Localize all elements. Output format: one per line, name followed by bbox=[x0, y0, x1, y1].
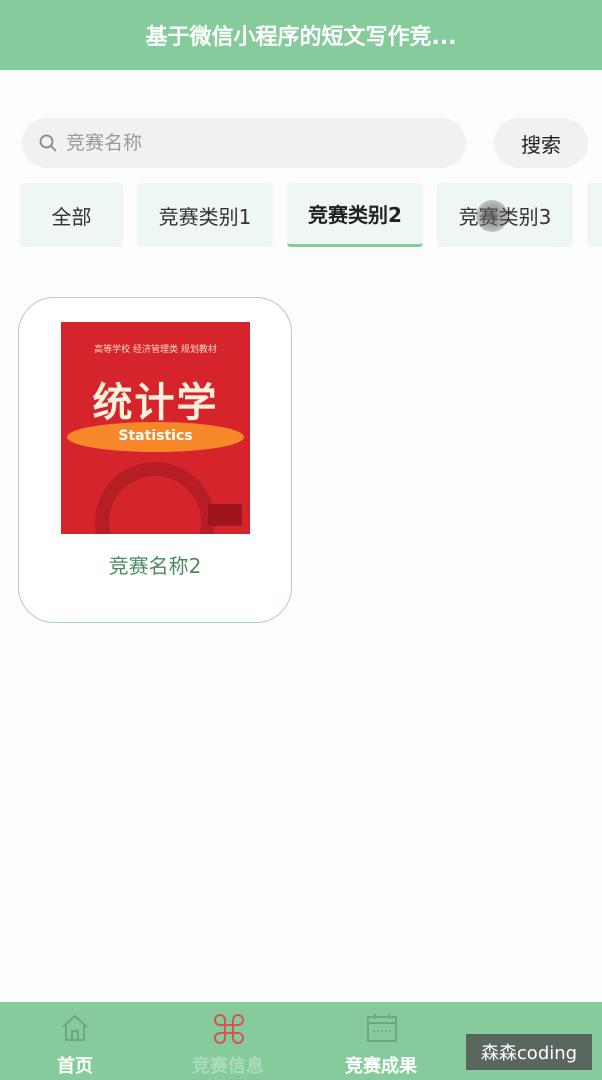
cover-gear-graphic bbox=[95, 462, 215, 534]
category-tab-2[interactable]: 竞赛类别2 bbox=[287, 183, 423, 247]
grid-icon bbox=[214, 1014, 244, 1044]
category-tab-more[interactable] bbox=[587, 183, 602, 247]
search-button[interactable]: 搜索 bbox=[494, 118, 588, 168]
touch-indicator bbox=[476, 200, 508, 232]
search-field[interactable] bbox=[22, 118, 466, 168]
page-header: 基于微信小程序的短文写作竞... bbox=[0, 0, 602, 70]
home-icon bbox=[62, 1014, 88, 1041]
watermark: 森森coding bbox=[466, 1034, 592, 1070]
tabbar-label: 首页 bbox=[57, 1056, 93, 1077]
category-tabs: 全部 竞赛类别1 竞赛类别2 竞赛类别3 bbox=[20, 183, 602, 249]
tabbar-label: 竞赛成果 bbox=[345, 1056, 417, 1077]
competition-name: 竞赛名称2 bbox=[108, 554, 202, 578]
page-title: 基于微信小程序的短文写作竞... bbox=[145, 25, 457, 50]
tabbar-label: 竞赛信息 bbox=[192, 1056, 264, 1077]
calendar-icon bbox=[367, 1014, 397, 1042]
cover-subtitle: Statistics bbox=[118, 428, 193, 444]
category-tab-all[interactable]: 全部 bbox=[20, 183, 123, 247]
competition-card[interactable]: 高等学校 经济管理类 规划教材 统计学 Statistics 竞赛名称2 bbox=[18, 297, 292, 623]
tabbar-item-results[interactable]: 竞赛成果 bbox=[326, 1002, 436, 1080]
cover-title: 统计学 bbox=[92, 379, 219, 426]
category-tab-label: 竞赛类别2 bbox=[308, 203, 402, 227]
search-input[interactable] bbox=[64, 131, 428, 155]
competition-cover-image: 高等学校 经济管理类 规划教材 统计学 Statistics bbox=[61, 322, 250, 534]
category-tab-label: 竞赛类别1 bbox=[158, 204, 252, 229]
tabbar-item-info[interactable]: 竞赛信息 bbox=[173, 1002, 283, 1080]
category-tab-label: 全部 bbox=[51, 204, 92, 229]
search-icon bbox=[39, 134, 57, 152]
cover-badge bbox=[208, 504, 242, 526]
cover-series: 高等学校 经济管理类 规划教材 bbox=[94, 345, 217, 355]
tabbar-item-home[interactable]: 首页 bbox=[20, 1002, 130, 1080]
search-bar: 搜索 bbox=[22, 118, 588, 168]
category-tab-1[interactable]: 竞赛类别1 bbox=[137, 183, 273, 247]
